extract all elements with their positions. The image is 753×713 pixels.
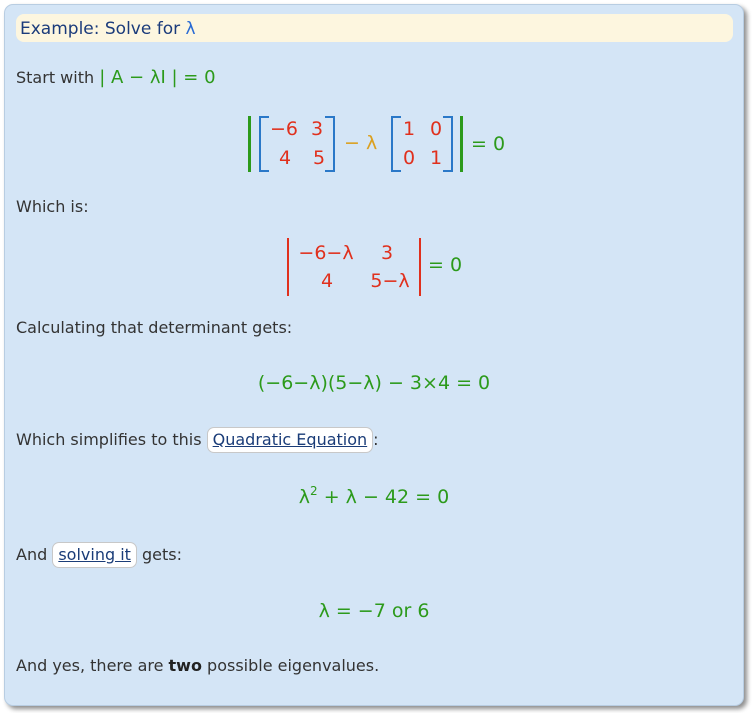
conclusion-text: And yes, there are bbox=[16, 656, 169, 675]
conclusion-bold: two bbox=[168, 656, 202, 675]
matrix-i-cell: 1 bbox=[402, 118, 416, 140]
paragraph-calculating: Calculating that determinant gets: bbox=[16, 318, 293, 337]
matrix-equation-rhs: = 0 bbox=[471, 133, 506, 155]
paragraph-conclusion: And yes, there are two possible eigenval… bbox=[16, 656, 379, 675]
matrix-a-cell: −6 bbox=[269, 118, 298, 140]
quadratic-equation: λ2 + λ − 42 = 0 bbox=[5, 484, 743, 508]
simplifies-text: Which simplifies to this bbox=[16, 430, 207, 449]
det-cell: 4 bbox=[320, 270, 334, 292]
solving-after: gets: bbox=[136, 545, 183, 564]
paragraph-simplifies: Which simplifies to this Quadratic Equat… bbox=[16, 427, 379, 453]
det-line-left bbox=[287, 238, 289, 296]
solving-text: And bbox=[16, 545, 53, 564]
matrix-i-cell: 1 bbox=[429, 147, 443, 169]
det-line-right bbox=[419, 238, 421, 296]
start-expression: | A − λI | = 0 bbox=[99, 67, 216, 88]
paragraph-solving: And solving it gets: bbox=[16, 542, 182, 568]
matrix-a-cell: 3 bbox=[310, 118, 324, 140]
det-cell: −6−λ bbox=[298, 242, 354, 264]
example-title: Example: Solve for λ bbox=[20, 15, 196, 43]
start-text: Start with bbox=[16, 68, 100, 87]
quadratic-rest: + λ − 42 = 0 bbox=[317, 486, 450, 508]
conclusion-end: possible eigenvalues. bbox=[201, 656, 380, 675]
determinant-rhs: = 0 bbox=[428, 254, 463, 276]
det-bar-left bbox=[248, 116, 251, 172]
matrix-a-cell: 4 bbox=[278, 147, 292, 169]
paragraph-start: Start with | A − λI | = 0 bbox=[16, 67, 216, 88]
example-title-bar: Example: Solve for λ bbox=[16, 14, 733, 42]
det-cell: 5−λ bbox=[370, 270, 410, 292]
matrix-a-cell: 5 bbox=[312, 147, 326, 169]
minus-lambda: − λ bbox=[344, 132, 378, 154]
simplifies-colon: : bbox=[373, 430, 379, 449]
title-lambda: λ bbox=[185, 19, 196, 39]
quadratic-exponent: 2 bbox=[310, 484, 318, 498]
example-box: Example: Solve for λ Start with | A − λI… bbox=[4, 4, 744, 706]
determinant-expansion: (−6−λ)(5−λ) − 3×4 = 0 bbox=[257, 372, 491, 394]
matrix-i-cell: 0 bbox=[429, 118, 443, 140]
quadratic-equation-link[interactable]: Quadratic Equation bbox=[206, 427, 374, 453]
quadratic-lambda: λ bbox=[298, 486, 311, 508]
solving-it-link[interactable]: solving it bbox=[52, 542, 137, 568]
solution: λ = −7 or 6 bbox=[318, 600, 430, 622]
matrix-i-cell: 0 bbox=[402, 147, 416, 169]
det-bar-right bbox=[460, 116, 463, 172]
paragraph-which-is: Which is: bbox=[16, 197, 89, 216]
det-cell: 3 bbox=[380, 242, 394, 264]
title-text: Example: Solve for bbox=[20, 19, 186, 39]
matrix-a-bracket-left bbox=[259, 116, 269, 172]
